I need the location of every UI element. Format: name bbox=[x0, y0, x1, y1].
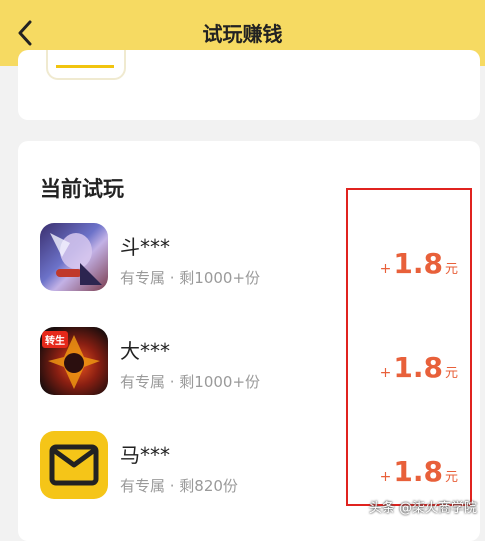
partial-app-icon bbox=[46, 50, 126, 80]
icon-badge: 转生 bbox=[42, 331, 68, 348]
game-fire-icon: 转生 bbox=[40, 327, 108, 395]
previous-card bbox=[18, 50, 480, 120]
page-title: 试玩赚钱 bbox=[202, 22, 283, 46]
app-name: 马*** bbox=[120, 443, 170, 467]
app-name: 大*** bbox=[120, 339, 170, 363]
yellow-m-app-icon bbox=[40, 431, 108, 499]
game-hero-icon bbox=[40, 223, 108, 291]
highlight-box bbox=[346, 188, 472, 506]
app-meta: 有专属 · 剩820份 bbox=[120, 477, 238, 495]
app-name: 斗*** bbox=[120, 235, 170, 259]
app-meta: 有专属 · 剩1000+份 bbox=[120, 269, 261, 287]
section-title: 当前试玩 bbox=[40, 177, 124, 201]
watermark: 头条 @柒火商学院 bbox=[368, 501, 477, 516]
app-meta: 有专属 · 剩1000+份 bbox=[120, 373, 261, 391]
